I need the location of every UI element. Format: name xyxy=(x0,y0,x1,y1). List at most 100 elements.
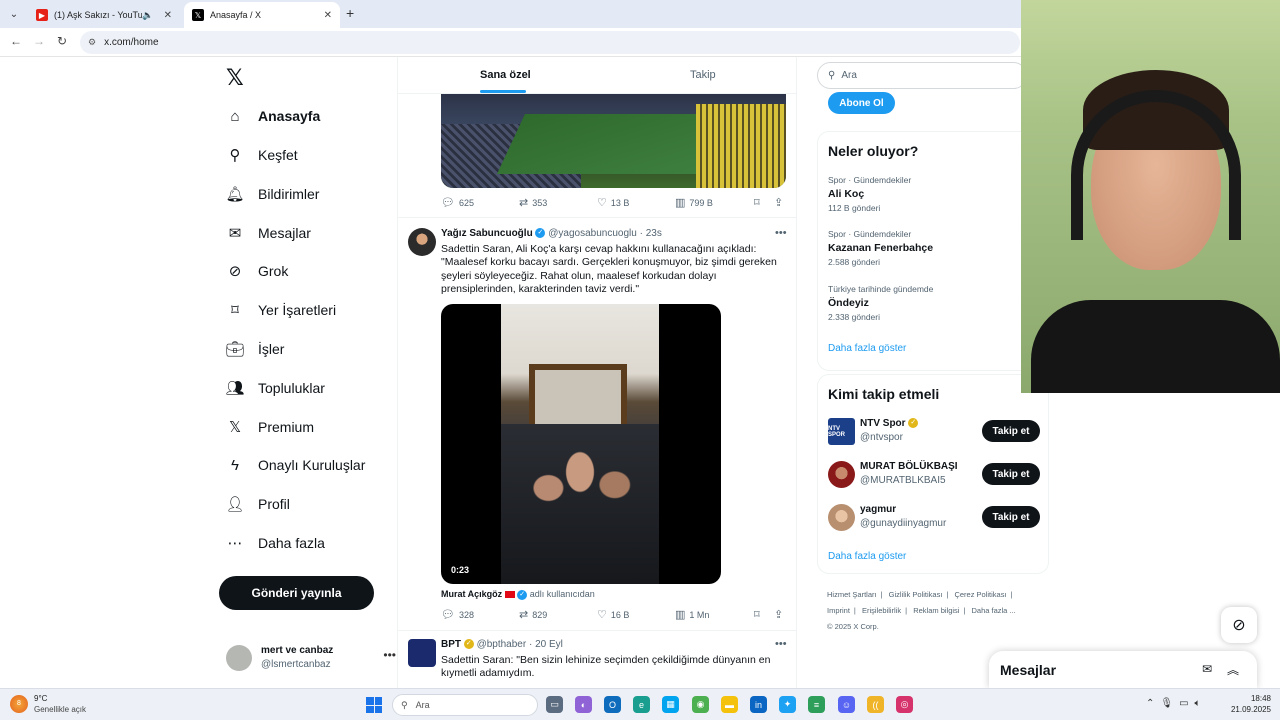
x-logo-icon[interactable]: 𝕏 xyxy=(226,65,244,91)
weather-widget[interactable]: 8 9°C Genellikle açık xyxy=(10,693,110,717)
close-tab-icon[interactable]: ✕ xyxy=(164,10,172,21)
nav-item-bookmarks[interactable]: ⌑ Yer İşaretleri xyxy=(226,297,336,323)
nav-item-explore[interactable]: ⚲ Keşfet xyxy=(226,142,298,168)
views-button[interactable]: ▥ 1 Mn xyxy=(675,608,709,621)
who-to-follow-item[interactable]: NTV SPOR NTV Spor ✓ @ntvspor Takip et xyxy=(828,418,1040,448)
who-to-follow-item[interactable]: yagmur @gunaydiinyagmur Takip et xyxy=(828,504,1040,534)
app-icon[interactable]: ◎ xyxy=(896,696,913,713)
site-info-icon[interactable]: ⚙ xyxy=(88,37,96,48)
trend-title[interactable]: Öndeyiz xyxy=(828,297,869,309)
tweet-author-handle[interactable]: @bpthaber xyxy=(477,639,527,650)
app-icon[interactable]: (( xyxy=(867,696,884,713)
display-icon[interactable]: ▭ xyxy=(1179,698,1194,709)
repost-button[interactable]: ⇄ 829 xyxy=(519,608,547,621)
task-view-icon[interactable]: ▭ xyxy=(546,696,563,713)
tab-list-dropdown-icon[interactable]: ⌄ xyxy=(4,4,24,24)
footer-link-accessibility[interactable]: Erişilebilirlik xyxy=(862,606,901,615)
tweet-media-image[interactable] xyxy=(441,94,786,188)
twitter-icon[interactable]: ✦ xyxy=(779,696,796,713)
new-tab-button[interactable]: + xyxy=(346,5,354,21)
speaker-icon[interactable]: 🔈︎ xyxy=(1195,698,1207,709)
linkedin-icon[interactable]: in xyxy=(750,696,767,713)
chrome-icon[interactable]: ◉ xyxy=(692,696,709,713)
tab-following[interactable]: Takip xyxy=(690,69,716,81)
footer-link-ads-info[interactable]: Reklam bilgisi xyxy=(913,606,959,615)
reply-button[interactable]: 💬︎ 625 xyxy=(441,196,474,209)
nav-item-more[interactable]: ⋯ Daha fazla xyxy=(226,530,325,556)
copilot-icon[interactable]: ◐ xyxy=(575,696,592,713)
nav-item-grok[interactable]: ⊘ Grok xyxy=(226,258,289,284)
notepad-icon[interactable]: ≡ xyxy=(808,696,825,713)
avatar[interactable] xyxy=(408,228,436,256)
repost-button[interactable]: ⇄ 353 xyxy=(519,196,547,209)
follow-button[interactable]: Takip et xyxy=(982,506,1040,528)
chevron-up-icon[interactable]: ︽ xyxy=(1227,661,1239,678)
account-switcher[interactable]: mert ve canbaz @lsmertcanbaz ••• xyxy=(226,644,396,674)
search-input[interactable]: ⚲ Ara xyxy=(817,62,1027,89)
footer-link-more[interactable]: Daha fazla ... xyxy=(972,606,1016,615)
url-field[interactable]: ⚙ x.com/home xyxy=(80,31,1020,54)
tweet-time[interactable]: 23s xyxy=(646,228,662,239)
windows-start-icon[interactable] xyxy=(366,697,382,713)
views-button[interactable]: ▥ 799 B xyxy=(675,196,713,209)
tweet-author-handle[interactable]: @yagosabuncuoglu xyxy=(548,228,637,239)
who-show-more-link[interactable]: Daha fazla göster xyxy=(828,551,906,562)
footer-link-privacy[interactable]: Gizlilik Politikası xyxy=(889,590,943,599)
tweet-video-player[interactable]: 0:23 xyxy=(441,304,721,584)
nav-item-communities[interactable]: 👥︎ Topluluklar xyxy=(225,375,324,401)
microphone-icon[interactable]: 🎙︎ xyxy=(1160,698,1179,709)
who-to-follow-item[interactable]: MURAT BÖLÜKBAŞI @MURATBLKBAI5 Takip et xyxy=(828,461,1040,491)
footer-link-cookies[interactable]: Çerez Politikası xyxy=(954,590,1006,599)
post-button[interactable]: Gönderi yayınla xyxy=(219,576,374,610)
avatar[interactable] xyxy=(408,639,436,667)
tab-for-you[interactable]: Sana özel xyxy=(480,69,531,81)
messages-drawer[interactable]: Mesajlar ✉ ︽ xyxy=(989,651,1257,688)
grok-floating-button[interactable]: ⊘ xyxy=(1221,607,1257,643)
close-tab-icon[interactable]: ✕ xyxy=(324,10,332,21)
like-button[interactable]: ♡ 16 B xyxy=(597,608,629,621)
nav-item-profile[interactable]: 👤︎ Profil xyxy=(225,491,289,517)
system-clock[interactable]: 18:48 21.09.2025 xyxy=(1227,693,1271,715)
tweet-author-name[interactable]: BPT xyxy=(441,639,461,650)
edge-icon[interactable]: e xyxy=(633,696,650,713)
new-message-icon[interactable]: ✉ xyxy=(1202,662,1212,676)
store-icon[interactable]: ▦ xyxy=(662,696,679,713)
more-icon[interactable]: ••• xyxy=(775,227,787,239)
like-button[interactable]: ♡ 13 B xyxy=(597,196,629,209)
nav-item-home[interactable]: ⌂ Anasayfa xyxy=(226,103,320,129)
reload-icon[interactable]: ↻ xyxy=(57,34,67,48)
reply-button[interactable]: 💬︎ 328 xyxy=(441,608,474,621)
trend-title[interactable]: Kazanan Fenerbahçe xyxy=(828,242,933,254)
share-button[interactable]: ⇪ xyxy=(774,608,787,621)
credit-author-name[interactable]: Murat Açıkgöz xyxy=(441,589,502,599)
forward-arrow-icon[interactable]: → xyxy=(33,34,45,48)
bookmark-button[interactable]: ⌑ xyxy=(754,196,764,209)
more-icon[interactable]: ••• xyxy=(775,638,787,650)
tweet-author-name[interactable]: Yağız Sabuncuoğlu xyxy=(441,228,533,239)
footer-link-imprint[interactable]: Imprint xyxy=(827,606,850,615)
back-arrow-icon[interactable]: ← xyxy=(10,34,22,48)
nav-item-jobs[interactable]: 💼︎ İşler xyxy=(225,336,284,362)
trend-title[interactable]: Ali Koç xyxy=(828,188,864,200)
chevron-up-icon[interactable]: ⌃ xyxy=(1146,698,1160,709)
trends-show-more-link[interactable]: Daha fazla göster xyxy=(828,343,906,354)
subscribe-button[interactable]: Abone Ol xyxy=(828,92,895,114)
bookmark-button[interactable]: ⌑ xyxy=(754,608,764,621)
browser-tab-youtube[interactable]: ▶ (1) Aşk Sakızı - YouTube 🔈 ✕ xyxy=(28,2,180,28)
follow-button[interactable]: Takip et xyxy=(982,463,1040,485)
tweet-time[interactable]: 20 Eyl xyxy=(535,639,563,650)
footer-link-terms[interactable]: Hizmet Şartları xyxy=(827,590,877,599)
browser-tab-x[interactable]: 𝕏 Anasayfa / X ✕ xyxy=(184,2,340,28)
taskbar-search-input[interactable]: ⚲ Ara xyxy=(392,694,538,716)
file-explorer-icon[interactable]: ▬ xyxy=(721,696,738,713)
share-button[interactable]: ⇪ xyxy=(774,196,787,209)
nav-item-notifications[interactable]: 🔔︎ Bildirimler xyxy=(225,181,319,207)
nav-item-verified-orgs[interactable]: ϟ Onaylı Kuruluşlar xyxy=(226,452,365,478)
outlook-icon[interactable]: O xyxy=(604,696,621,713)
discord-icon[interactable]: ☺ xyxy=(838,696,855,713)
nav-item-messages[interactable]: ✉ Mesajlar xyxy=(226,220,311,246)
speaker-icon[interactable]: 🔈 xyxy=(142,10,153,21)
nav-item-premium[interactable]: 𝕏 Premium xyxy=(226,414,314,440)
more-icon[interactable]: ••• xyxy=(383,648,396,662)
follow-button[interactable]: Takip et xyxy=(982,420,1040,442)
